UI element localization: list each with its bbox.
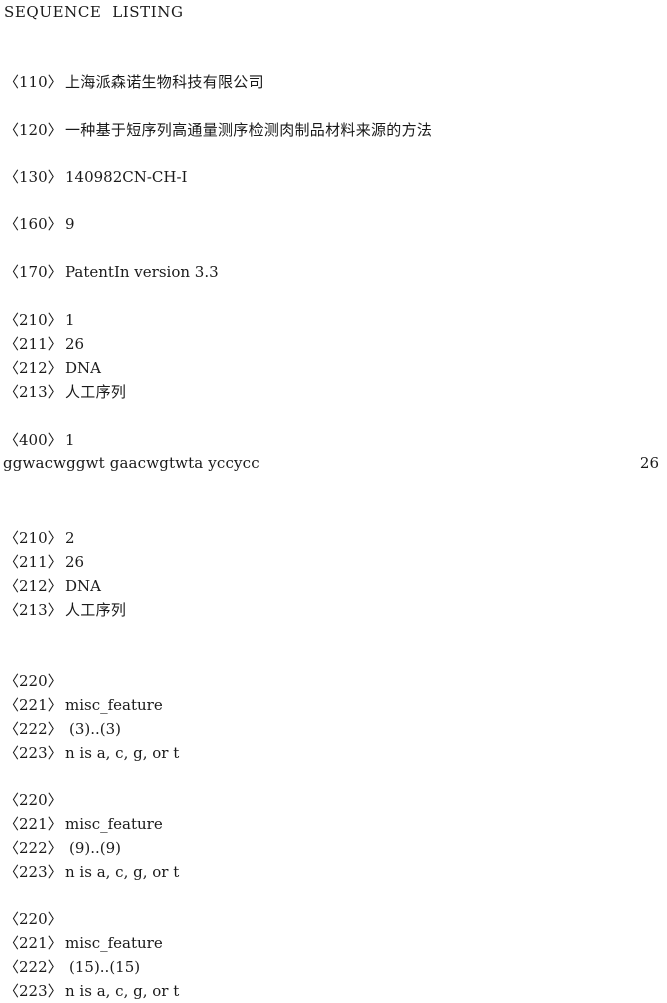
record-value: PatentIn version 3.3 (65, 263, 219, 281)
bibliographic-line: 〈110〉 上海派森诺生物科技有限公司 (0, 70, 667, 94)
record-tag: 〈220〉 (4, 672, 63, 690)
record-tag: 〈223〉 (4, 744, 63, 762)
record-value: misc_feature (65, 934, 163, 952)
record-tag: 〈400〉 (4, 431, 63, 449)
record-tag: 〈213〉 (4, 383, 63, 401)
sequence-length-marker: 26 (639, 454, 659, 472)
page-title: SEQUENCE LISTING (4, 3, 184, 21)
record-tag: 〈220〉 (4, 791, 63, 809)
bibliographic-line: 〈130〉 140982CN-CH-I (0, 165, 667, 189)
feature-line: 〈222〉 (15)..(15) (0, 955, 667, 979)
sequence-residues-line: ggwacwggwt gaacwgtwta yccycc 26 (0, 451, 667, 475)
record-tag: 〈110〉 (4, 73, 63, 91)
record-tag: 〈221〉 (4, 934, 63, 952)
feature-line: 〈223〉 n is a, c, g, or t (0, 979, 667, 1003)
feature-line: 〈222〉 (3)..(3) (0, 717, 667, 741)
sequence-1-header-line: 〈211〉 26 (0, 332, 667, 356)
feature-line: 〈223〉 n is a, c, g, or t (0, 741, 667, 765)
record-tag: 〈160〉 (4, 215, 63, 233)
bibliographic-line: 〈120〉 一种基于短序列高通量测序检测肉制品材料来源的方法 (0, 118, 667, 142)
record-tag: 〈222〉 (4, 720, 63, 738)
sequence-1-body-tag-line: 〈400〉 1 (0, 428, 667, 452)
feature-line: 〈220〉 (0, 907, 667, 931)
record-tag: 〈211〉 (4, 335, 63, 353)
record-tag: 〈210〉 (4, 529, 63, 547)
sequence-2-header-line: 〈212〉 DNA (0, 574, 667, 598)
record-value: 上海派森诺生物科技有限公司 (65, 73, 264, 91)
feature-line: 〈221〉 misc_feature (0, 693, 667, 717)
record-tag: 〈120〉 (4, 121, 63, 139)
record-tag: 〈223〉 (4, 863, 63, 881)
record-tag: 〈221〉 (4, 815, 63, 833)
record-tag: 〈170〉 (4, 263, 63, 281)
record-tag: 〈211〉 (4, 553, 63, 571)
record-value: (3)..(3) (69, 720, 122, 738)
record-value: n is a, c, g, or t (65, 863, 180, 881)
record-value: misc_feature (65, 696, 163, 714)
sequence-2-header-line: 〈211〉 26 (0, 550, 667, 574)
record-value: misc_feature (65, 815, 163, 833)
record-tag: 〈222〉 (4, 958, 63, 976)
record-tag: 〈130〉 (4, 168, 63, 186)
sequence-1-header-line: 〈210〉 1 (0, 308, 667, 332)
record-tag: 〈213〉 (4, 601, 63, 619)
record-value: 人工序列 (65, 601, 127, 619)
record-tag: 〈221〉 (4, 696, 63, 714)
record-value: 一种基于短序列高通量测序检测肉制品材料来源的方法 (65, 121, 433, 139)
record-value: 1 (65, 311, 75, 329)
feature-line: 〈222〉 (9)..(9) (0, 836, 667, 860)
sequence-2-header-line: 〈210〉 2 (0, 526, 667, 550)
bibliographic-line: 〈160〉 9 (0, 212, 667, 236)
record-tag: 〈212〉 (4, 577, 63, 595)
record-value: n is a, c, g, or t (65, 744, 180, 762)
feature-line: 〈220〉 (0, 669, 667, 693)
sequence-1-header-line: 〈213〉 人工序列 (0, 380, 667, 404)
feature-line: 〈220〉 (0, 788, 667, 812)
feature-line: 〈223〉 n is a, c, g, or t (0, 860, 667, 884)
record-value: 140982CN-CH-I (65, 168, 188, 186)
record-value: n is a, c, g, or t (65, 982, 180, 1000)
record-tag: 〈220〉 (4, 910, 63, 928)
record-tag: 〈212〉 (4, 359, 63, 377)
record-value: 26 (65, 335, 85, 353)
record-value: DNA (65, 359, 101, 377)
record-value: 26 (65, 553, 85, 571)
feature-line: 〈221〉 misc_feature (0, 812, 667, 836)
sequence-1-header-line: 〈212〉 DNA (0, 356, 667, 380)
feature-line: 〈221〉 misc_feature (0, 931, 667, 955)
record-tag: 〈210〉 (4, 311, 63, 329)
record-value: DNA (65, 577, 101, 595)
record-tag: 〈222〉 (4, 839, 63, 857)
record-value: 人工序列 (65, 383, 127, 401)
record-tag: 〈223〉 (4, 982, 63, 1000)
sequence-residues: ggwacwggwt gaacwgtwta yccycc (3, 454, 260, 472)
record-value: 2 (65, 529, 75, 547)
sequence-listing-page: SEQUENCE LISTING 〈110〉 上海派森诺生物科技有限公司 〈120〉… (0, 0, 667, 1000)
record-value: (15)..(15) (69, 958, 141, 976)
bibliographic-line: 〈170〉 PatentIn version 3.3 (0, 260, 667, 284)
record-value: (9)..(9) (69, 839, 122, 857)
record-value: 9 (65, 215, 75, 233)
record-value: 1 (65, 431, 75, 449)
sequence-2-header-line: 〈213〉 人工序列 (0, 598, 667, 622)
